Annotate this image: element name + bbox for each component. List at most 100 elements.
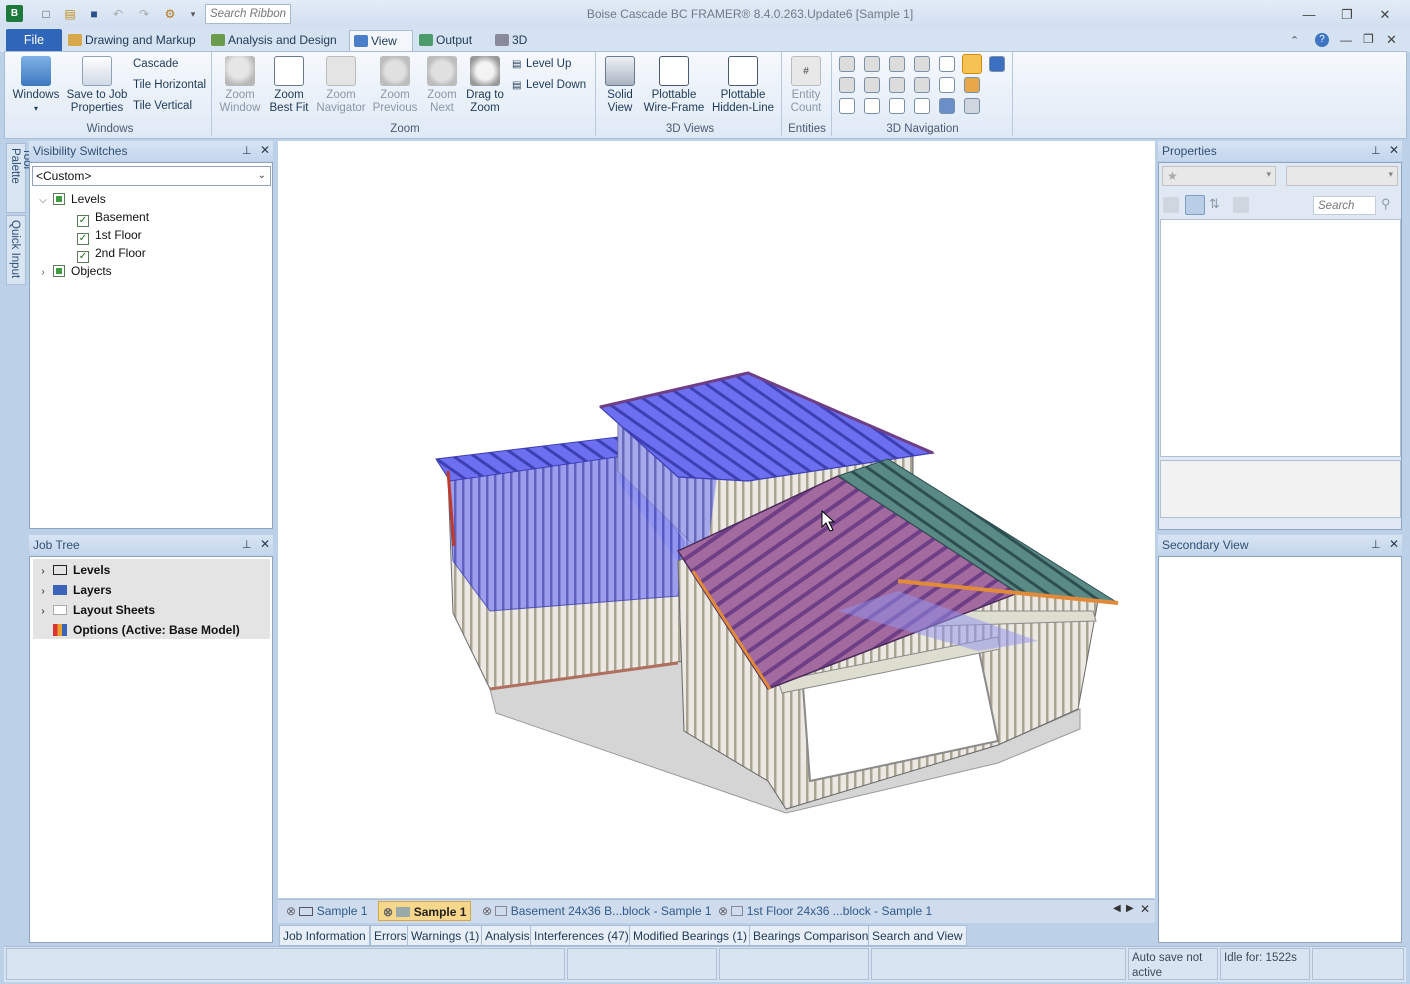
close-panel-icon[interactable]: ✕ <box>1389 143 1399 157</box>
tree-item-2nd-floor[interactable]: ✓ 2nd Floor <box>77 244 146 263</box>
visibility-preset-select[interactable]: <Custom> ⌄ <box>32 166 271 186</box>
object-select[interactable]: ▾ <box>1286 166 1398 186</box>
windows-button[interactable]: Windows ▾ <box>10 56 62 115</box>
property-pages-icon[interactable] <box>1233 197 1249 213</box>
house-view-icon[interactable] <box>964 77 980 93</box>
entity-count-button[interactable]: # Entity Count <box>787 56 825 115</box>
job-tree-options[interactable]: Options (Active: Base Model) <box>53 621 240 639</box>
tab-interferences[interactable]: Interferences (47) <box>530 925 633 946</box>
search-ribbon-input[interactable] <box>205 4 291 24</box>
redo-icon[interactable]: ↷ <box>136 6 152 22</box>
quick-input-tab[interactable]: Quick Input <box>6 215 26 285</box>
tab-warnings[interactable]: Warnings (1) <box>407 925 484 946</box>
scroll-right-icon[interactable]: ▶ <box>1126 903 1134 914</box>
maximize-icon[interactable]: ❐ <box>1337 6 1357 24</box>
doc-restore-icon[interactable]: ❐ <box>1363 32 1374 46</box>
view-left-icon[interactable] <box>889 98 905 114</box>
orbit-icon[interactable] <box>889 77 905 93</box>
objects-checkbox[interactable] <box>53 265 65 277</box>
solid-view-button[interactable]: Solid View <box>601 56 639 115</box>
doc-tab-1st-floor[interactable]: ⊗ 1st Floor 24x36 ...block - Sample 1 <box>714 901 936 921</box>
orbit-icon[interactable] <box>914 77 930 93</box>
close-panel-icon[interactable]: ✕ <box>260 143 270 157</box>
levels-checkbox[interactable] <box>53 193 65 205</box>
close-icon[interactable]: ✕ <box>1375 6 1395 24</box>
cascade-button[interactable]: Cascade <box>133 58 178 70</box>
tree-item-levels[interactable]: ⌵ Levels <box>37 190 105 208</box>
doc-tab-basement[interactable]: ⊗ Basement 24x36 B...block - Sample 1 <box>478 901 716 921</box>
camera-icon[interactable] <box>989 56 1005 72</box>
orbit-icon[interactable] <box>839 77 855 93</box>
orbit-icon[interactable] <box>864 77 880 93</box>
view-corner-icon[interactable] <box>939 77 955 93</box>
plottable-wire-frame-button[interactable]: Plottable Wire-Frame <box>643 56 705 115</box>
view-top-icon[interactable] <box>939 98 955 114</box>
tab-view[interactable]: View <box>349 30 413 52</box>
close-panel-icon[interactable]: ✕ <box>260 537 270 551</box>
expand-arrow-icon[interactable]: › <box>37 603 49 621</box>
view-front-icon[interactable] <box>839 98 855 114</box>
zoom-navigator-button[interactable]: Zoom Navigator <box>315 56 367 115</box>
tree-item-objects[interactable]: › Objects <box>37 262 111 282</box>
tab-modified-bearings[interactable]: Modified Bearings (1) <box>629 925 752 946</box>
app-logo-icon[interactable]: B <box>6 5 23 22</box>
tab-output[interactable]: Output <box>415 30 476 52</box>
properties-search-input[interactable] <box>1313 196 1376 215</box>
tab-job-information[interactable]: Job Information <box>279 925 370 946</box>
object-type-select[interactable]: ★ ▾ <box>1162 166 1276 186</box>
zoom-window-button[interactable]: Zoom Window <box>218 56 262 115</box>
categorized-icon[interactable] <box>1163 197 1179 213</box>
expand-arrow-icon[interactable]: › <box>37 563 49 581</box>
level-up-button[interactable]: ▤ Level Up <box>512 58 571 70</box>
collapse-ribbon-icon[interactable]: ⌃ <box>1290 34 1299 47</box>
tab-bearings-comparison[interactable]: Bearings Comparison <box>749 925 873 946</box>
reset-view-icon[interactable] <box>964 98 980 114</box>
tab-analysis[interactable]: Analysis <box>481 925 534 946</box>
walk-view-icon[interactable] <box>962 54 982 74</box>
doc-tab-sample-1-layout[interactable]: ⊗ Sample 1 <box>282 901 371 921</box>
tab-file[interactable]: File <box>6 29 62 51</box>
zoom-next-button[interactable]: Zoom Next <box>422 56 462 115</box>
pin-icon[interactable]: ⊥ <box>1371 538 1381 551</box>
view-corner-icon[interactable] <box>939 56 955 72</box>
print-icon[interactable]: ⚙ <box>162 6 178 22</box>
save-to-job-properties-button[interactable]: Save to Job Properties <box>66 56 128 115</box>
save-icon[interactable]: ■ <box>86 6 102 22</box>
expand-arrow-icon[interactable]: › <box>37 583 49 601</box>
zoom-best-fit-button[interactable]: Zoom Best Fit <box>266 56 312 115</box>
orbit-icon[interactable] <box>864 56 880 72</box>
close-document-icon[interactable]: ✕ <box>1140 902 1150 916</box>
tab-drawing-and-markup[interactable]: Drawing and Markup <box>64 30 200 52</box>
tree-item-1st-floor[interactable]: ✓ 1st Floor <box>77 226 142 245</box>
tile-vertical-button[interactable]: Tile Vertical <box>133 100 192 112</box>
secondary-view-panel[interactable] <box>1158 556 1402 943</box>
orbit-icon[interactable] <box>839 56 855 72</box>
close-tab-icon[interactable]: ⊗ <box>383 905 393 919</box>
alphabetical-icon[interactable] <box>1185 195 1205 215</box>
doc-tab-sample-1-3d[interactable]: ⊗ Sample 1 <box>378 901 472 921</box>
doc-minimize-icon[interactable]: — <box>1340 33 1352 47</box>
sort-icon[interactable]: ⇅ <box>1209 196 1220 212</box>
tile-horizontal-button[interactable]: Tile Horizontal <box>133 79 206 91</box>
orbit-icon[interactable] <box>889 56 905 72</box>
tree-item-basement[interactable]: ✓ Basement <box>77 208 149 227</box>
close-tab-icon[interactable]: ⊗ <box>286 904 296 918</box>
tab-analysis-and-design[interactable]: Analysis and Design <box>207 30 341 52</box>
drag-to-zoom-button[interactable]: Drag to Zoom <box>463 56 507 115</box>
expand-arrow-icon[interactable]: › <box>37 264 49 282</box>
close-tab-icon[interactable]: ⊗ <box>718 904 728 918</box>
undo-icon[interactable]: ↶ <box>110 6 126 22</box>
3d-viewport[interactable] <box>278 141 1155 898</box>
open-folder-icon[interactable]: ▤ <box>62 6 78 22</box>
job-tree-layout-sheets[interactable]: › Layout Sheets <box>37 601 155 619</box>
pin-icon[interactable]: ⊥ <box>242 144 252 157</box>
orbit-icon[interactable] <box>914 56 930 72</box>
close-tab-icon[interactable]: ⊗ <box>482 904 492 918</box>
view-back-icon[interactable] <box>864 98 880 114</box>
zoom-previous-button[interactable]: Zoom Previous <box>371 56 419 115</box>
close-panel-icon[interactable]: ✕ <box>1389 537 1399 551</box>
tool-palette-tab[interactable]: Tool Palette <box>6 143 33 213</box>
help-icon[interactable]: ? <box>1315 33 1329 47</box>
pin-icon[interactable]: ⊥ <box>242 538 252 551</box>
doc-close-icon[interactable]: ✕ <box>1386 32 1397 48</box>
